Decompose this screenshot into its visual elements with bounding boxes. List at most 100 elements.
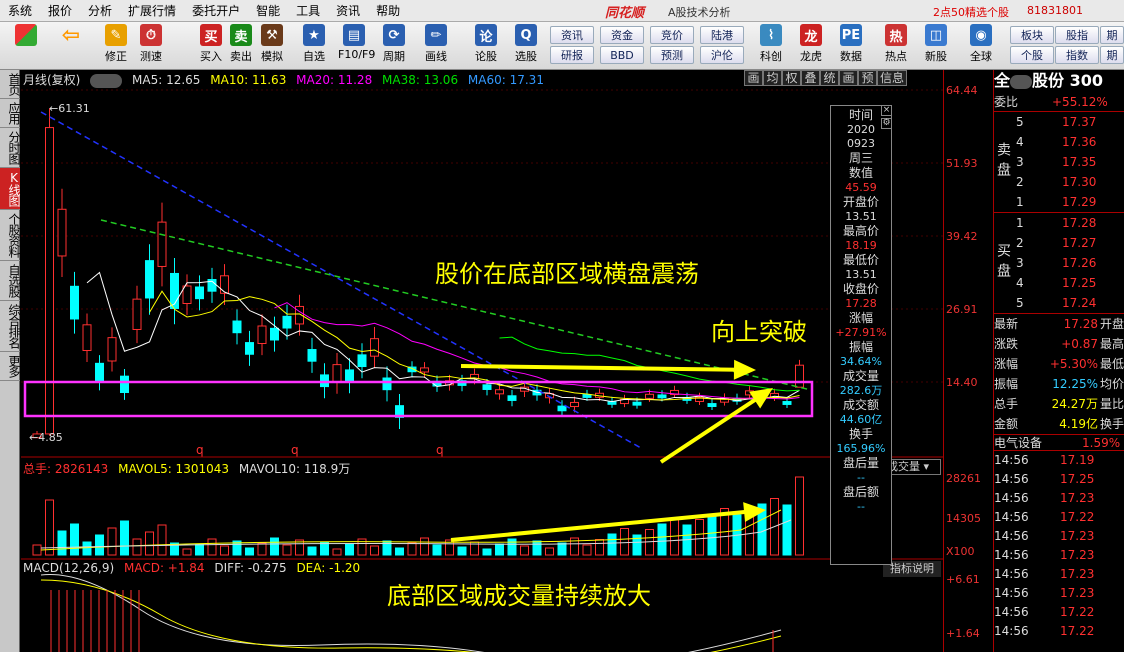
tick-row: 14:56 17.22 [994, 622, 1124, 641]
fix-icon: ✎ [105, 24, 127, 46]
side-tab[interactable]: 首页 [0, 70, 21, 99]
buy-row[interactable]: 4 17.25 [994, 273, 1124, 293]
volume-legend: 总手: 2826143 MAVOL5: 1301043 MAVOL10: 118… [23, 460, 356, 476]
toolbar-dragon-button[interactable]: 龙龙虎 [795, 24, 827, 68]
candle-body [382, 377, 392, 391]
tick-time: 14:56 [994, 510, 1029, 524]
sector-row[interactable]: 电气设备 1.59% [994, 434, 1124, 451]
sell-row[interactable]: 2 17.30 [994, 172, 1124, 192]
menu-item[interactable]: 扩展行情 [120, 0, 184, 22]
home-button[interactable] [10, 24, 42, 68]
buy-row[interactable]: 2 17.27 [994, 233, 1124, 253]
quick-link[interactable]: 资金 [600, 26, 644, 44]
candle-body [357, 354, 367, 368]
quick-link[interactable]: 股指 [1055, 26, 1099, 44]
toolbar-hot-button[interactable]: 热热点 [880, 24, 912, 68]
tip-chg-label: 涨幅 [848, 311, 873, 325]
toolbar-sell-button[interactable]: 卖卖出 [225, 24, 257, 68]
menu-item[interactable]: 委托开户 [184, 0, 248, 22]
macd-value: MACD: +1.84 [123, 561, 205, 575]
candle-body [482, 384, 492, 390]
menu-item[interactable]: 分析 [80, 0, 120, 22]
kline-chart[interactable]: 月线(复权) MA5: 12.65 MA10: 11.63 MA20: 11.2… [21, 70, 943, 652]
buy-price: 17.24 [1062, 296, 1097, 310]
kechuang-icon: ⌇ [760, 24, 782, 46]
toolbar-label: 新股 [925, 50, 947, 63]
quick-link[interactable]: 研报 [550, 46, 594, 64]
toolbar-speed-button[interactable]: ⏱ 测速 [135, 24, 167, 68]
quick-link[interactable]: 期 [1100, 26, 1124, 44]
candle-body [707, 403, 717, 407]
promo-link[interactable]: 2点50精选个股 [933, 4, 1009, 20]
tick-price: 17.22 [1060, 624, 1095, 638]
sell-row[interactable]: 5 17.37 [994, 112, 1124, 132]
menu-item[interactable]: 报价 [40, 0, 80, 22]
side-tab[interactable]: K线图 [0, 168, 21, 210]
candle-body [107, 337, 117, 362]
toolbar-f10-button[interactable]: ▤ F10/F9 [338, 24, 375, 68]
stat-label-right: 均价 [1100, 377, 1124, 391]
quick-link[interactable]: 资讯 [550, 26, 594, 44]
buy-row[interactable]: 1 17.28 [994, 213, 1124, 233]
tick-row: 14:56 17.23 [994, 584, 1124, 603]
quick-link[interactable]: BBD [600, 46, 644, 64]
candle-body [370, 338, 379, 357]
back-button[interactable]: ⇦ [55, 23, 87, 68]
toolbar-kechuang-button[interactable]: ⌇ 科创 [755, 24, 787, 68]
tick-row: 14:56 17.23 [994, 527, 1124, 546]
watchlist-icon: ★ [303, 24, 325, 46]
close-icon[interactable]: × [881, 105, 892, 116]
menu-item[interactable]: 系统 [0, 0, 40, 22]
menu-item[interactable]: 资讯 [328, 0, 368, 22]
toolbar-global-button[interactable]: ◉ 全球 [965, 24, 997, 68]
tick-row: 14:56 17.23 [994, 565, 1124, 584]
side-tab[interactable]: 应用 [0, 99, 21, 128]
toolbar-simulate-button[interactable]: ⚒ 模拟 [256, 24, 288, 68]
macd-name[interactable]: MACD(12,26,9) [23, 561, 114, 575]
quick-link[interactable]: 预测 [650, 46, 694, 64]
candle-body [157, 221, 167, 267]
menu-item[interactable]: 工具 [288, 0, 328, 22]
toolbar-watchlist-button[interactable]: ★ 自选 [298, 24, 330, 68]
side-tab[interactable]: 分时图 [0, 128, 21, 168]
quick-link[interactable]: 个股 [1010, 46, 1054, 64]
toolbar-ipo-button[interactable]: ◫ 新股 [920, 24, 952, 68]
volume-bar [370, 545, 379, 556]
stats-block: 最新 17.28 开盘 涨跌 +0.87 最高 涨幅 +5.30% 最低 振幅 12.25% 均价 总手… [994, 314, 1124, 434]
candle-body [570, 401, 579, 408]
buy-row[interactable]: 5 17.24 [994, 293, 1124, 313]
stat-row: 总手 24.27万 量比 [994, 394, 1124, 414]
sell-row[interactable]: 4 17.36 [994, 132, 1124, 152]
toolbar-period-button[interactable]: ⟳ 周期 [378, 24, 410, 68]
settings-icon[interactable]: ⚙ [881, 118, 892, 129]
quote-panel: 全股份 300 委比 +55.12% 卖盘 5 17.37 4 17.36 3 17.35 2 1… [993, 70, 1124, 652]
quick-link[interactable]: 陆港 [700, 26, 744, 44]
toolbar-forum-button[interactable]: 论论股 [470, 24, 502, 68]
tick-time: 14:56 [994, 472, 1029, 486]
side-tab[interactable]: 更多 [0, 352, 21, 381]
quick-link[interactable]: 板块 [1010, 26, 1054, 44]
menu-item[interactable]: 智能 [248, 0, 288, 22]
sector-name: 电气设备 [994, 436, 1043, 450]
quick-link[interactable]: 期 [1100, 46, 1124, 64]
side-tab[interactable]: 个股资料 [0, 210, 21, 261]
f10-icon: ▤ [343, 24, 365, 46]
sell-row[interactable]: 1 17.29 [994, 192, 1124, 212]
toolbar-buy-button[interactable]: 买买入 [195, 24, 227, 68]
buy-row[interactable]: 3 17.26 [994, 253, 1124, 273]
side-tab[interactable]: 自选股 [0, 261, 21, 301]
tick-price: 17.22 [1060, 605, 1095, 619]
quick-link[interactable]: 竞价 [650, 26, 694, 44]
volume-bar [220, 545, 229, 556]
menu-item[interactable]: 帮助 [368, 0, 408, 22]
candle-body [557, 405, 567, 412]
toolbar-data-button[interactable]: PE 数据 [835, 24, 867, 68]
sell-row[interactable]: 3 17.35 [994, 152, 1124, 172]
toolbar-pick-button[interactable]: Q 选股 [510, 24, 542, 68]
stock-name[interactable]: 全 股份 300 [994, 70, 1124, 92]
toolbar-draw-button[interactable]: ✏ 画线 [420, 24, 452, 68]
quick-link[interactable]: 沪伦 [700, 46, 744, 64]
toolbar-fix-button[interactable]: ✎ 修正 [100, 24, 132, 68]
quick-link[interactable]: 指数 [1055, 46, 1099, 64]
side-tab[interactable]: 综合排名 [0, 301, 21, 352]
